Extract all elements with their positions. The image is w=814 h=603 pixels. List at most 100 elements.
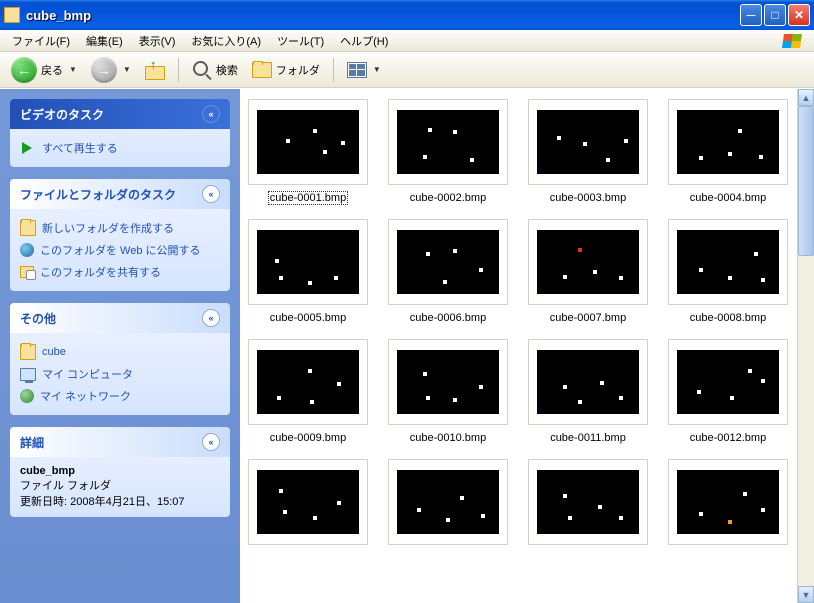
vertical-scrollbar[interactable]: ▲ ▼ — [797, 89, 814, 603]
folder-icon — [4, 7, 20, 23]
menu-view[interactable]: 表示(V) — [131, 30, 184, 52]
folder-icon — [252, 62, 272, 78]
file-name-label: cube-0005.bmp — [268, 311, 348, 325]
file-thumbnail[interactable] — [668, 459, 788, 563]
file-thumbnail[interactable]: cube-0001.bmp — [248, 99, 368, 205]
separator — [178, 58, 179, 82]
scroll-track[interactable] — [798, 106, 814, 586]
close-button[interactable]: ✕ — [788, 4, 810, 26]
menu-file[interactable]: ファイル(F) — [4, 30, 78, 52]
play-icon — [20, 140, 36, 156]
details-modified-label: 更新日時: — [20, 496, 67, 508]
collapse-icon: « — [202, 185, 220, 203]
file-name-label: cube-0001.bmp — [268, 191, 348, 205]
thumbnail-image — [668, 219, 788, 305]
forward-button[interactable]: → ▼ — [86, 54, 136, 86]
file-name-label: cube-0006.bmp — [408, 311, 488, 325]
file-area: cube-0001.bmp cube-0002.bmp cube-0003.bmp c… — [240, 89, 814, 603]
panel-other-places: その他 « cube マイ コンピュータ マイ ネットワーク — [10, 303, 230, 415]
scroll-down-button[interactable]: ▼ — [798, 586, 814, 603]
menu-edit[interactable]: 編集(E) — [78, 30, 131, 52]
file-thumbnail[interactable]: cube-0007.bmp — [528, 219, 648, 325]
titlebar[interactable]: cube_bmp ─ □ ✕ — [0, 0, 814, 30]
file-thumbnail[interactable]: cube-0005.bmp — [248, 219, 368, 325]
thumbnail-image — [528, 339, 648, 425]
forward-arrow-icon: → — [91, 57, 117, 83]
windows-logo — [774, 31, 810, 51]
menubar: ファイル(F) 編集(E) 表示(V) お気に入り(A) ツール(T) ヘルプ(… — [0, 30, 814, 52]
link-share-folder[interactable]: このフォルダを共有する — [20, 261, 220, 283]
file-name-label — [726, 558, 730, 560]
link-my-network[interactable]: マイ ネットワーク — [20, 385, 220, 407]
thumbnail-image — [528, 459, 648, 545]
file-name-label — [306, 558, 310, 560]
search-button[interactable]: 検索 — [187, 57, 243, 83]
thumbnail-image — [388, 99, 508, 185]
scroll-thumb[interactable] — [798, 106, 814, 256]
file-name-label — [446, 558, 450, 560]
file-thumbnail[interactable]: cube-0002.bmp — [388, 99, 508, 205]
folder-icon — [20, 344, 36, 360]
menu-help[interactable]: ヘルプ(H) — [332, 30, 396, 52]
thumbnail-image — [248, 459, 368, 545]
back-button[interactable]: ← 戻る ▼ — [6, 54, 82, 86]
folder-up-icon — [145, 60, 165, 80]
link-play-all[interactable]: すべて再生する — [20, 137, 220, 159]
panel-video-tasks: ビデオのタスク « すべて再生する — [10, 99, 230, 167]
menu-tools[interactable]: ツール(T) — [269, 30, 332, 52]
file-name-label: cube-0012.bmp — [688, 431, 768, 445]
file-thumbnail[interactable]: cube-0004.bmp — [668, 99, 788, 205]
views-button[interactable]: ▼ — [342, 59, 386, 81]
sidebar: ビデオのタスク « すべて再生する ファイルとフォルダのタスク « 新しいフォル… — [0, 89, 240, 603]
folders-button[interactable]: フォルダ — [247, 59, 325, 81]
collapse-icon: « — [202, 433, 220, 451]
file-thumbnail[interactable] — [248, 459, 368, 563]
views-icon — [347, 62, 367, 78]
file-thumbnail[interactable]: cube-0012.bmp — [668, 339, 788, 445]
link-publish-web[interactable]: このフォルダを Web に公開する — [20, 239, 220, 261]
file-thumbnail[interactable]: cube-0008.bmp — [668, 219, 788, 325]
file-name-label: cube-0007.bmp — [548, 311, 628, 325]
computer-icon — [20, 368, 36, 381]
details-modified-value: 2008年4月21日、15:07 — [70, 496, 184, 508]
scroll-up-button[interactable]: ▲ — [798, 89, 814, 106]
thumbnail-image — [668, 459, 788, 545]
panel-title: ビデオのタスク — [20, 106, 104, 123]
up-button[interactable] — [140, 57, 170, 83]
file-thumbnail[interactable]: cube-0006.bmp — [388, 219, 508, 325]
search-icon — [192, 60, 212, 80]
panel-header-video[interactable]: ビデオのタスク « — [10, 99, 230, 129]
thumbnail-grid[interactable]: cube-0001.bmp cube-0002.bmp cube-0003.bmp c… — [240, 89, 797, 603]
panel-header-filefolder[interactable]: ファイルとフォルダのタスク « — [10, 179, 230, 209]
minimize-button[interactable]: ─ — [740, 4, 762, 26]
panel-title: ファイルとフォルダのタスク — [20, 186, 176, 203]
file-name-label: cube-0010.bmp — [408, 431, 488, 445]
thumbnail-image — [388, 219, 508, 305]
link-my-computer[interactable]: マイ コンピュータ — [20, 363, 220, 385]
file-name-label: cube-0003.bmp — [548, 191, 628, 205]
file-thumbnail[interactable] — [528, 459, 648, 563]
menu-favorites[interactable]: お気に入り(A) — [183, 30, 269, 52]
thumbnail-image — [388, 339, 508, 425]
panel-title: その他 — [20, 310, 56, 327]
panel-header-details[interactable]: 詳細 « — [10, 427, 230, 457]
link-cube-folder[interactable]: cube — [20, 341, 220, 363]
maximize-button[interactable]: □ — [764, 4, 786, 26]
file-name-label: cube-0008.bmp — [688, 311, 768, 325]
link-new-folder[interactable]: 新しいフォルダを作成する — [20, 217, 220, 239]
file-thumbnail[interactable]: cube-0003.bmp — [528, 99, 648, 205]
file-name-label: cube-0002.bmp — [408, 191, 488, 205]
chevron-down-icon: ▼ — [69, 65, 77, 74]
chevron-down-icon: ▼ — [373, 65, 381, 74]
file-thumbnail[interactable]: cube-0009.bmp — [248, 339, 368, 445]
panel-file-folder-tasks: ファイルとフォルダのタスク « 新しいフォルダを作成する このフォルダを Web… — [10, 179, 230, 291]
file-thumbnail[interactable] — [388, 459, 508, 563]
thumbnail-image — [668, 99, 788, 185]
details-type: ファイル フォルダ — [20, 480, 111, 492]
panel-header-other[interactable]: その他 « — [10, 303, 230, 333]
thumbnail-image — [248, 339, 368, 425]
file-thumbnail[interactable]: cube-0010.bmp — [388, 339, 508, 445]
thumbnail-image — [528, 99, 648, 185]
chevron-down-icon: ▼ — [123, 65, 131, 74]
file-thumbnail[interactable]: cube-0011.bmp — [528, 339, 648, 445]
